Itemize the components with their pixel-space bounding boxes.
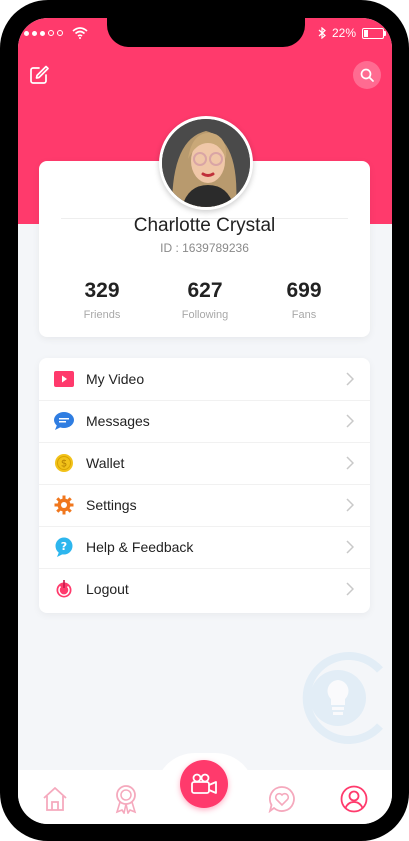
- stat-following[interactable]: 627 Following: [150, 279, 260, 321]
- home-icon: [43, 787, 67, 811]
- battery-fill: [364, 29, 368, 37]
- signal-indicator: [24, 26, 88, 40]
- video-camera-icon: [191, 773, 217, 794]
- heart-chat-icon: [268, 786, 295, 813]
- profile-id: ID : 1639789236: [160, 241, 249, 255]
- tab-profile[interactable]: [339, 784, 369, 814]
- tab-home[interactable]: [40, 784, 70, 814]
- chevron-right-icon: [346, 540, 354, 554]
- bluetooth-icon: [318, 27, 326, 39]
- menu-item-messages[interactable]: Messages: [39, 400, 370, 443]
- power-icon: [54, 579, 74, 599]
- menu-label: Logout: [86, 581, 129, 597]
- stat-label: Friends: [83, 309, 121, 321]
- screen: 22% Charlotte Crystal ID : 1639789236 32…: [18, 18, 392, 824]
- watermark-logo: [290, 648, 390, 748]
- stat-label: Following: [181, 309, 229, 321]
- video-icon: [54, 369, 74, 389]
- menu-label: Settings: [86, 497, 137, 513]
- profile-name: Charlotte Crystal: [133, 215, 276, 236]
- stat-value: 329: [84, 279, 120, 302]
- menu-item-settings[interactable]: Settings: [39, 484, 370, 527]
- gear-icon: [54, 495, 74, 515]
- edit-icon: [30, 65, 49, 84]
- award-icon: [115, 785, 137, 814]
- question-icon: ?: [54, 537, 74, 557]
- wifi-icon: [72, 27, 88, 39]
- stat-fans[interactable]: 699 Fans: [249, 279, 359, 321]
- search-button[interactable]: [353, 61, 381, 89]
- chevron-right-icon: [346, 582, 354, 596]
- status-right: 22%: [318, 25, 386, 41]
- tab-favorites[interactable]: [267, 784, 297, 814]
- chevron-right-icon: [346, 372, 354, 386]
- menu-label: Messages: [86, 413, 150, 429]
- chevron-right-icon: [346, 414, 354, 428]
- tab-badge[interactable]: [111, 784, 141, 814]
- svg-text:?: ?: [61, 540, 67, 553]
- chevron-right-icon: [346, 498, 354, 512]
- menu-item-my-video[interactable]: My Video: [39, 358, 370, 401]
- phone-frame: 22% Charlotte Crystal ID : 1639789236 32…: [0, 0, 409, 841]
- avatar-photo: [162, 119, 250, 207]
- coin-icon: $: [54, 453, 74, 473]
- stat-label: Fans: [291, 309, 317, 321]
- battery-percent: 22%: [331, 26, 356, 40]
- chat-bubble-icon: [54, 411, 74, 431]
- user-icon: [340, 785, 368, 813]
- menu-label: Help & Feedback: [86, 539, 194, 555]
- menu-label: My Video: [86, 371, 145, 387]
- edit-profile-button[interactable]: [28, 64, 50, 86]
- stat-friends[interactable]: 329 Friends: [47, 279, 157, 321]
- battery-icon: [362, 27, 386, 39]
- notch: [107, 18, 305, 47]
- chevron-right-icon: [346, 456, 354, 470]
- tab-camera[interactable]: [180, 760, 228, 808]
- search-icon: [360, 68, 374, 82]
- menu-list: My Video Messages $ Wallet Settings ? He…: [39, 358, 370, 613]
- menu-item-wallet[interactable]: $ Wallet: [39, 442, 370, 485]
- menu-item-help-feedback[interactable]: ? Help & Feedback: [39, 526, 370, 569]
- stat-value: 627: [187, 279, 223, 302]
- svg-text:$: $: [61, 459, 67, 470]
- avatar[interactable]: [159, 116, 253, 210]
- menu-label: Wallet: [86, 455, 125, 471]
- stat-value: 699: [286, 279, 322, 302]
- menu-item-logout[interactable]: Logout: [39, 568, 370, 610]
